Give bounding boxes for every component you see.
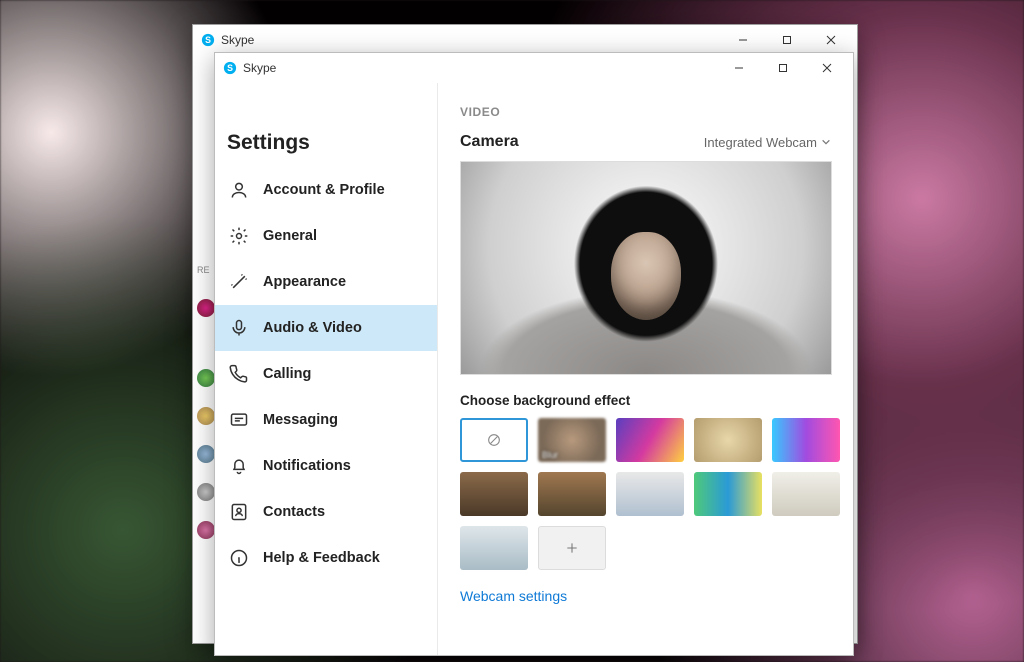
message-icon (229, 410, 249, 430)
sidebar-item-audio-video[interactable]: Audio & Video (215, 305, 437, 351)
section-label-video: VIDEO (460, 105, 831, 119)
info-icon (229, 548, 249, 568)
chat-avatar (197, 407, 215, 425)
sidebar-item-label: Contacts (263, 504, 325, 520)
preview-face (611, 232, 681, 320)
sidebar-item-label: General (263, 228, 317, 244)
camera-selected-value: Integrated Webcam (704, 135, 817, 150)
bell-icon (229, 456, 249, 476)
sidebar-item-appearance[interactable]: Appearance (215, 259, 437, 305)
front-window-title: Skype (243, 61, 276, 75)
bg-effect-image[interactable] (694, 472, 762, 516)
user-icon (229, 180, 249, 200)
svg-text:S: S (227, 63, 233, 73)
sidebar-item-messaging[interactable]: Messaging (215, 397, 437, 443)
minimize-button[interactable] (717, 54, 761, 82)
chevron-down-icon (821, 135, 831, 150)
back-close-button[interactable] (809, 26, 853, 54)
sidebar-item-general[interactable]: General (215, 213, 437, 259)
settings-sidebar: Settings Account & Profile General Appea… (215, 83, 438, 655)
back-maximize-button[interactable] (765, 26, 809, 54)
chat-avatar (197, 521, 215, 539)
sidebar-item-label: Appearance (263, 274, 346, 290)
back-minimize-button[interactable] (721, 26, 765, 54)
bg-effect-add[interactable] (538, 526, 606, 570)
maximize-button[interactable] (761, 54, 805, 82)
sidebar-item-account[interactable]: Account & Profile (215, 167, 437, 213)
back-titlebar: S Skype (193, 25, 857, 55)
sidebar-item-label: Account & Profile (263, 182, 385, 198)
recent-label: RE (197, 265, 210, 275)
bg-effect-blur[interactable]: Blur (538, 418, 606, 462)
background-effect-grid: Blur (460, 418, 831, 570)
bg-effect-image[interactable] (772, 472, 840, 516)
bg-effect-image[interactable] (772, 418, 840, 462)
sidebar-item-label: Audio & Video (263, 320, 362, 336)
sidebar-item-label: Messaging (263, 412, 338, 428)
sidebar-item-help[interactable]: Help & Feedback (215, 535, 437, 581)
camera-label: Camera (460, 133, 519, 151)
sidebar-item-label: Notifications (263, 458, 351, 474)
chat-avatar (197, 483, 215, 501)
webcam-settings-link[interactable]: Webcam settings (460, 588, 567, 604)
microphone-icon (229, 318, 249, 338)
close-button[interactable] (805, 54, 849, 82)
bg-effect-image[interactable] (460, 526, 528, 570)
skype-logo-icon: S (223, 61, 237, 75)
blur-label: Blur (542, 450, 558, 460)
choose-bg-label: Choose background effect (460, 393, 831, 408)
svg-text:S: S (205, 35, 211, 45)
camera-row: Camera Integrated Webcam (460, 133, 831, 151)
chat-avatar (197, 445, 215, 463)
front-titlebar: S Skype (215, 53, 853, 83)
bg-effect-image[interactable] (616, 418, 684, 462)
bg-effect-image[interactable] (460, 472, 528, 516)
sidebar-item-notifications[interactable]: Notifications (215, 443, 437, 489)
bg-effect-none[interactable] (460, 418, 528, 462)
camera-preview (460, 161, 832, 375)
settings-content: VIDEO Camera Integrated Webcam Choose ba… (438, 83, 853, 655)
bg-effect-image[interactable] (616, 472, 684, 516)
chat-avatar (197, 299, 215, 317)
wand-icon (229, 272, 249, 292)
sidebar-item-calling[interactable]: Calling (215, 351, 437, 397)
back-window-title: Skype (221, 33, 254, 47)
contacts-icon (229, 502, 249, 522)
skype-settings-window: S Skype Settings Account & Profile Gener… (214, 52, 854, 656)
settings-heading: Settings (215, 131, 437, 167)
phone-icon (229, 364, 249, 384)
bg-effect-image[interactable] (694, 418, 762, 462)
gear-icon (229, 226, 249, 246)
skype-logo-icon: S (201, 33, 215, 47)
bg-effect-image[interactable] (538, 472, 606, 516)
sidebar-item-label: Calling (263, 366, 311, 382)
chat-avatar (197, 369, 215, 387)
sidebar-item-label: Help & Feedback (263, 550, 380, 566)
camera-dropdown[interactable]: Integrated Webcam (704, 135, 831, 150)
sidebar-item-contacts[interactable]: Contacts (215, 489, 437, 535)
